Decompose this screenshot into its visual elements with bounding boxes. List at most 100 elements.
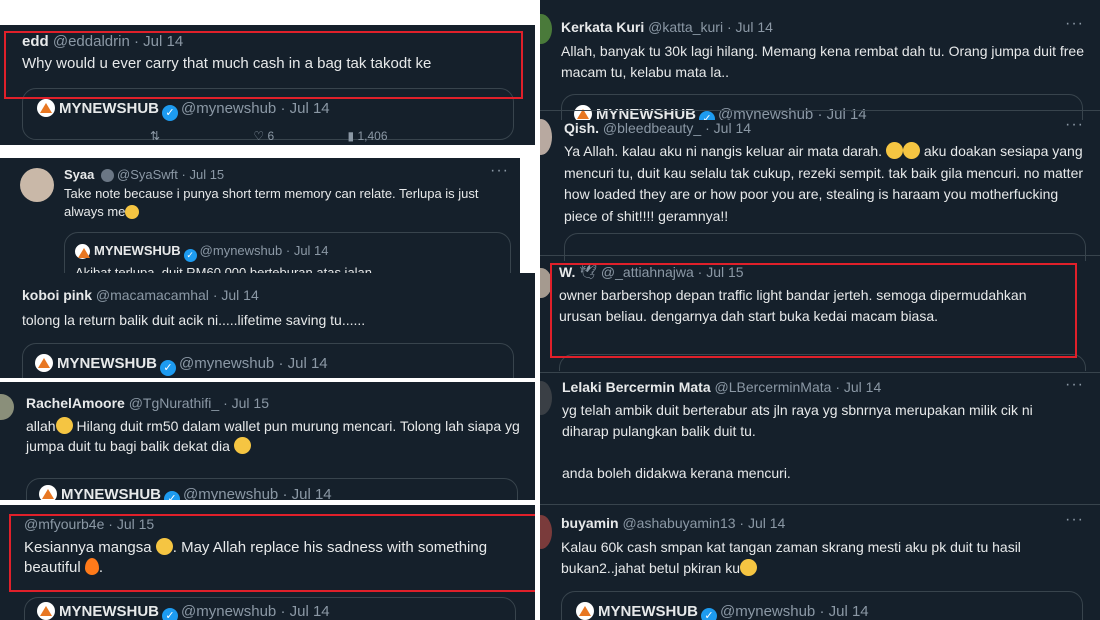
verified-badge-icon: ✓ [701,608,717,620]
quote-date: Jul 14 [287,355,328,372]
tweet-text: allah Hilang duit rm50 dalam wallet pun … [26,416,526,456]
quote-handle: @mynewshub [720,603,816,620]
profile-badge-icon [101,169,114,182]
quote-handle: @mynewshub [181,100,277,117]
tweet-text: yg telah ambik duit berterabur ats jln r… [562,402,1033,481]
more-options-icon[interactable]: ··· [490,162,509,180]
display-name[interactable]: Qish. [564,120,599,136]
crying-emoji-icon [902,142,920,159]
avatar[interactable] [540,381,552,415]
date[interactable]: Jul 14 [736,19,773,35]
highlight-box [550,263,1077,358]
date[interactable]: Jul 15 [189,167,224,182]
avatar[interactable] [540,14,552,44]
date[interactable]: Jul 15 [232,395,269,411]
display-name[interactable]: RachelAmoore [26,395,125,411]
tweet-text: Allah, banyak tu 30k lagi hilang. Memang… [561,43,1084,80]
quote-date: Jul 14 [828,603,869,620]
tweet-lelaki-bercermin-mata[interactable]: Lelaki Bercermin Mata @LBercerminMata · … [540,372,1100,501]
handle[interactable]: @TgNurathifi_ [129,395,219,411]
tweet-header: Kerkata Kuri @katta_kuri · Jul 14 [561,19,773,35]
crying-emoji-icon [885,142,903,159]
verified-badge-icon: ✓ [160,360,176,376]
quote-handle: @mynewshub [181,603,277,620]
quote-name: MYNEWSHUB [61,486,161,500]
tweet-buyamin[interactable]: buyamin @ashabuyamin13 · Jul 14 ··· Kala… [540,504,1100,620]
handle[interactable]: @ashabuyamin13 [622,515,735,531]
quote-date: Jul 14 [289,603,330,620]
avatar[interactable] [0,394,14,420]
crying-emoji-icon [233,437,251,454]
tweet-text-part: Hilang duit rm50 dalam wallet pun murung… [26,418,520,454]
mynewshub-logo-icon [39,485,57,500]
mynewshub-logo-icon [75,244,90,259]
tweet-syaa[interactable]: Syaa @SyaSwft · Jul 15 ··· Take note bec… [0,158,520,273]
date[interactable]: Jul 14 [748,515,785,531]
tweet-header: koboi pink @macamacamhal · Jul 14 [22,287,259,303]
handle[interactable]: @bleedbeauty_ [603,120,701,136]
quoted-tweet[interactable]: MYNEWSHUB ✓ @mynewshub · Jul 14 [26,478,518,500]
tweet-header: buyamin @ashabuyamin13 · Jul 14 [561,515,786,531]
crying-emoji-icon [740,559,758,576]
tweet-text: Take note because i punya short term mem… [64,185,504,221]
tweet-actions: ⇅ ♡ 6 ▮ 1,406 [150,129,388,143]
mynewshub-logo-icon [37,99,55,117]
avatar[interactable] [20,168,54,202]
display-name[interactable]: buyamin [561,515,619,531]
more-options-icon[interactable]: ··· [1065,116,1084,134]
highlight-box [4,31,523,99]
tweet-qish[interactable]: Qish. @bleedbeauty_ · Jul 14 ··· Ya Alla… [540,110,1100,261]
retweet-icon[interactable]: ⇅ [150,129,160,143]
quoted-tweet[interactable]: MYNEWSHUB ✓ @mynewshub · Jul 14 [24,597,516,620]
more-options-icon[interactable]: ··· [1065,15,1084,33]
tweet-header: Lelaki Bercermin Mata @LBercerminMata · … [562,379,882,395]
avatar[interactable] [540,119,552,155]
quoted-tweet[interactable]: MYNEWSHUB ✓ @mynewshub · Jul 14 Akibat ter… [64,232,511,273]
crying-emoji-icon [55,417,73,434]
like-icon[interactable]: ♡ [253,129,264,143]
views-icon[interactable]: ▮ [348,129,355,143]
like-count: 6 [267,129,275,143]
quote-handle: @mynewshub [183,486,279,500]
handle[interactable]: @LBercerminMata [715,379,832,395]
quote-name: MYNEWSHUB [59,100,159,117]
tweet-text-part: Ya Allah. kalau aku ni nangis keluar air… [564,143,886,159]
tweet-rachelamoore[interactable]: RachelAmoore @TgNurathifi_ · Jul 15 alla… [0,382,535,500]
quote-date: Jul 14 [291,486,332,500]
tweet-text-content: Kalau 60k cash smpan kat tangan zaman sk… [561,539,1021,576]
quote-name: MYNEWSHUB [57,355,157,372]
handle[interactable]: @macamacamhal [96,287,209,303]
quoted-tweet[interactable]: MYNEWSHUB ✓ @mynewshub · Jul 14 [561,591,1083,620]
quote-snippet: Akibat terlupa, duit RM60,000 berteburan… [75,265,373,273]
quote-handle: @mynewshub [179,355,275,372]
tweet-text: Kalau 60k cash smpan kat tangan zaman sk… [561,537,1081,579]
more-options-icon[interactable]: ··· [1065,376,1084,394]
tweet-kerkata-kuri[interactable]: Kerkata Kuri @katta_kuri · Jul 14 ··· Al… [540,8,1100,120]
mynewshub-logo-icon [576,602,594,620]
quote-handle: @mynewshub [199,243,283,258]
display-name[interactable]: Lelaki Bercermin Mata [562,379,711,395]
tweet-text: Ya Allah. kalau aku ni nangis keluar air… [564,141,1084,227]
tweet-text: tolong la return balik duit acik ni.....… [22,312,366,328]
display-name[interactable]: koboi pink [22,287,92,303]
tweet-header: Syaa @SyaSwft · Jul 15 [64,167,225,182]
verified-badge-icon: ✓ [183,249,197,262]
quote-name: MYNEWSHUB [94,243,181,258]
display-name[interactable]: Kerkata Kuri [561,19,644,35]
tweet-header: Qish. @bleedbeauty_ · Jul 14 [564,120,752,136]
handle[interactable]: @katta_kuri [648,19,723,35]
date[interactable]: Jul 14 [844,379,881,395]
mynewshub-logo-icon [35,354,53,372]
verified-badge-icon: ✓ [164,491,180,500]
tweet-koboi-pink[interactable]: koboi pink @macamacamhal · Jul 14 tolong… [0,273,535,378]
highlight-box [9,514,535,592]
avatar[interactable] [540,515,552,549]
more-options-icon[interactable]: ··· [1065,511,1084,529]
display-name[interactable]: Syaa [64,167,94,182]
quoted-tweet[interactable]: MYNEWSHUB ✓ @mynewshub · Jul 14 [22,343,514,378]
tweet-text-part: allah [26,418,56,434]
date[interactable]: Jul 14 [714,120,751,136]
verified-badge-icon: ✓ [162,105,178,121]
date[interactable]: Jul 14 [221,287,258,303]
handle[interactable]: @SyaSwft [117,167,178,182]
